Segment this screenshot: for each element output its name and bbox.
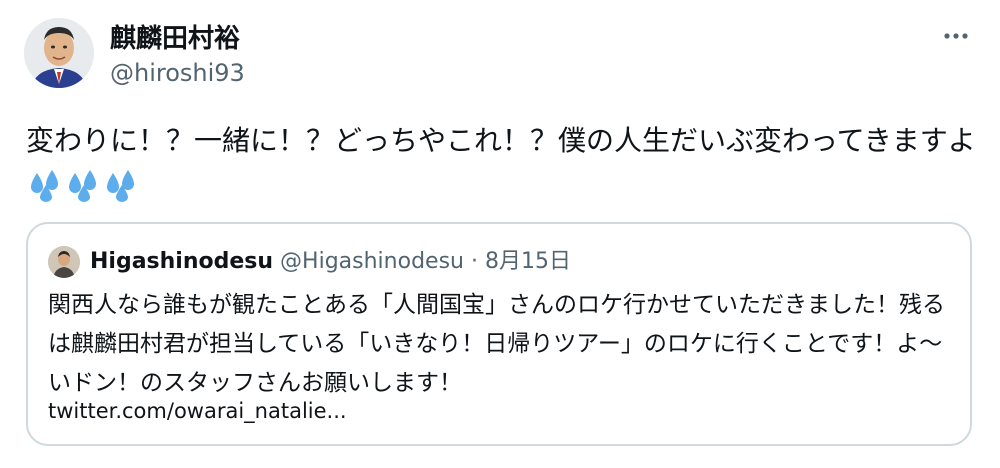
sweat-droplets-icon bbox=[66, 169, 102, 203]
tweet-text-content: 変わりに！？一緒に！？どっちやこれ！？僕の人生だいぶ変わってきますよ bbox=[26, 124, 976, 157]
quoted-tweet-date[interactable]: 8月15日 bbox=[485, 249, 571, 274]
quoted-author-avatar[interactable] bbox=[48, 246, 80, 278]
quoted-tweet-text: 関西人なら誰もが観たことある「人間国宝」さんのロケ行かせていただきました！残るは… bbox=[48, 292, 945, 396]
tweet-card: 麒麟田村裕 @hiroshi93 変わりに！？一緒に！？どっちやこれ！？僕の人生… bbox=[0, 0, 1000, 468]
sweat-droplets-icon bbox=[28, 169, 64, 203]
emoji-group bbox=[28, 169, 142, 216]
header-separator: · bbox=[470, 249, 478, 274]
quoted-tweet-card[interactable]: Higashinodesu @Higashinodesu · 8月15日 関西人… bbox=[26, 222, 972, 446]
quoted-author-display-name[interactable]: Higashinodesu bbox=[90, 249, 273, 274]
quoted-tweet-link[interactable]: twitter.com/owarai_natalie... bbox=[48, 396, 347, 426]
sweat-droplets-icon bbox=[104, 169, 140, 203]
author-avatar[interactable] bbox=[24, 18, 94, 88]
tweet-text: 変わりに！？一緒に！？どっちやこれ！？僕の人生だいぶ変わってきますよ bbox=[26, 118, 976, 216]
quoted-tweet-header: Higashinodesu @Higashinodesu · 8月15日 bbox=[90, 246, 571, 278]
more-options-icon[interactable] bbox=[936, 22, 976, 50]
quoted-author-handle[interactable]: @Higashinodesu bbox=[280, 249, 464, 274]
author-handle[interactable]: @hiroshi93 bbox=[110, 58, 245, 88]
author-display-name[interactable]: 麒麟田村裕 bbox=[110, 22, 240, 56]
